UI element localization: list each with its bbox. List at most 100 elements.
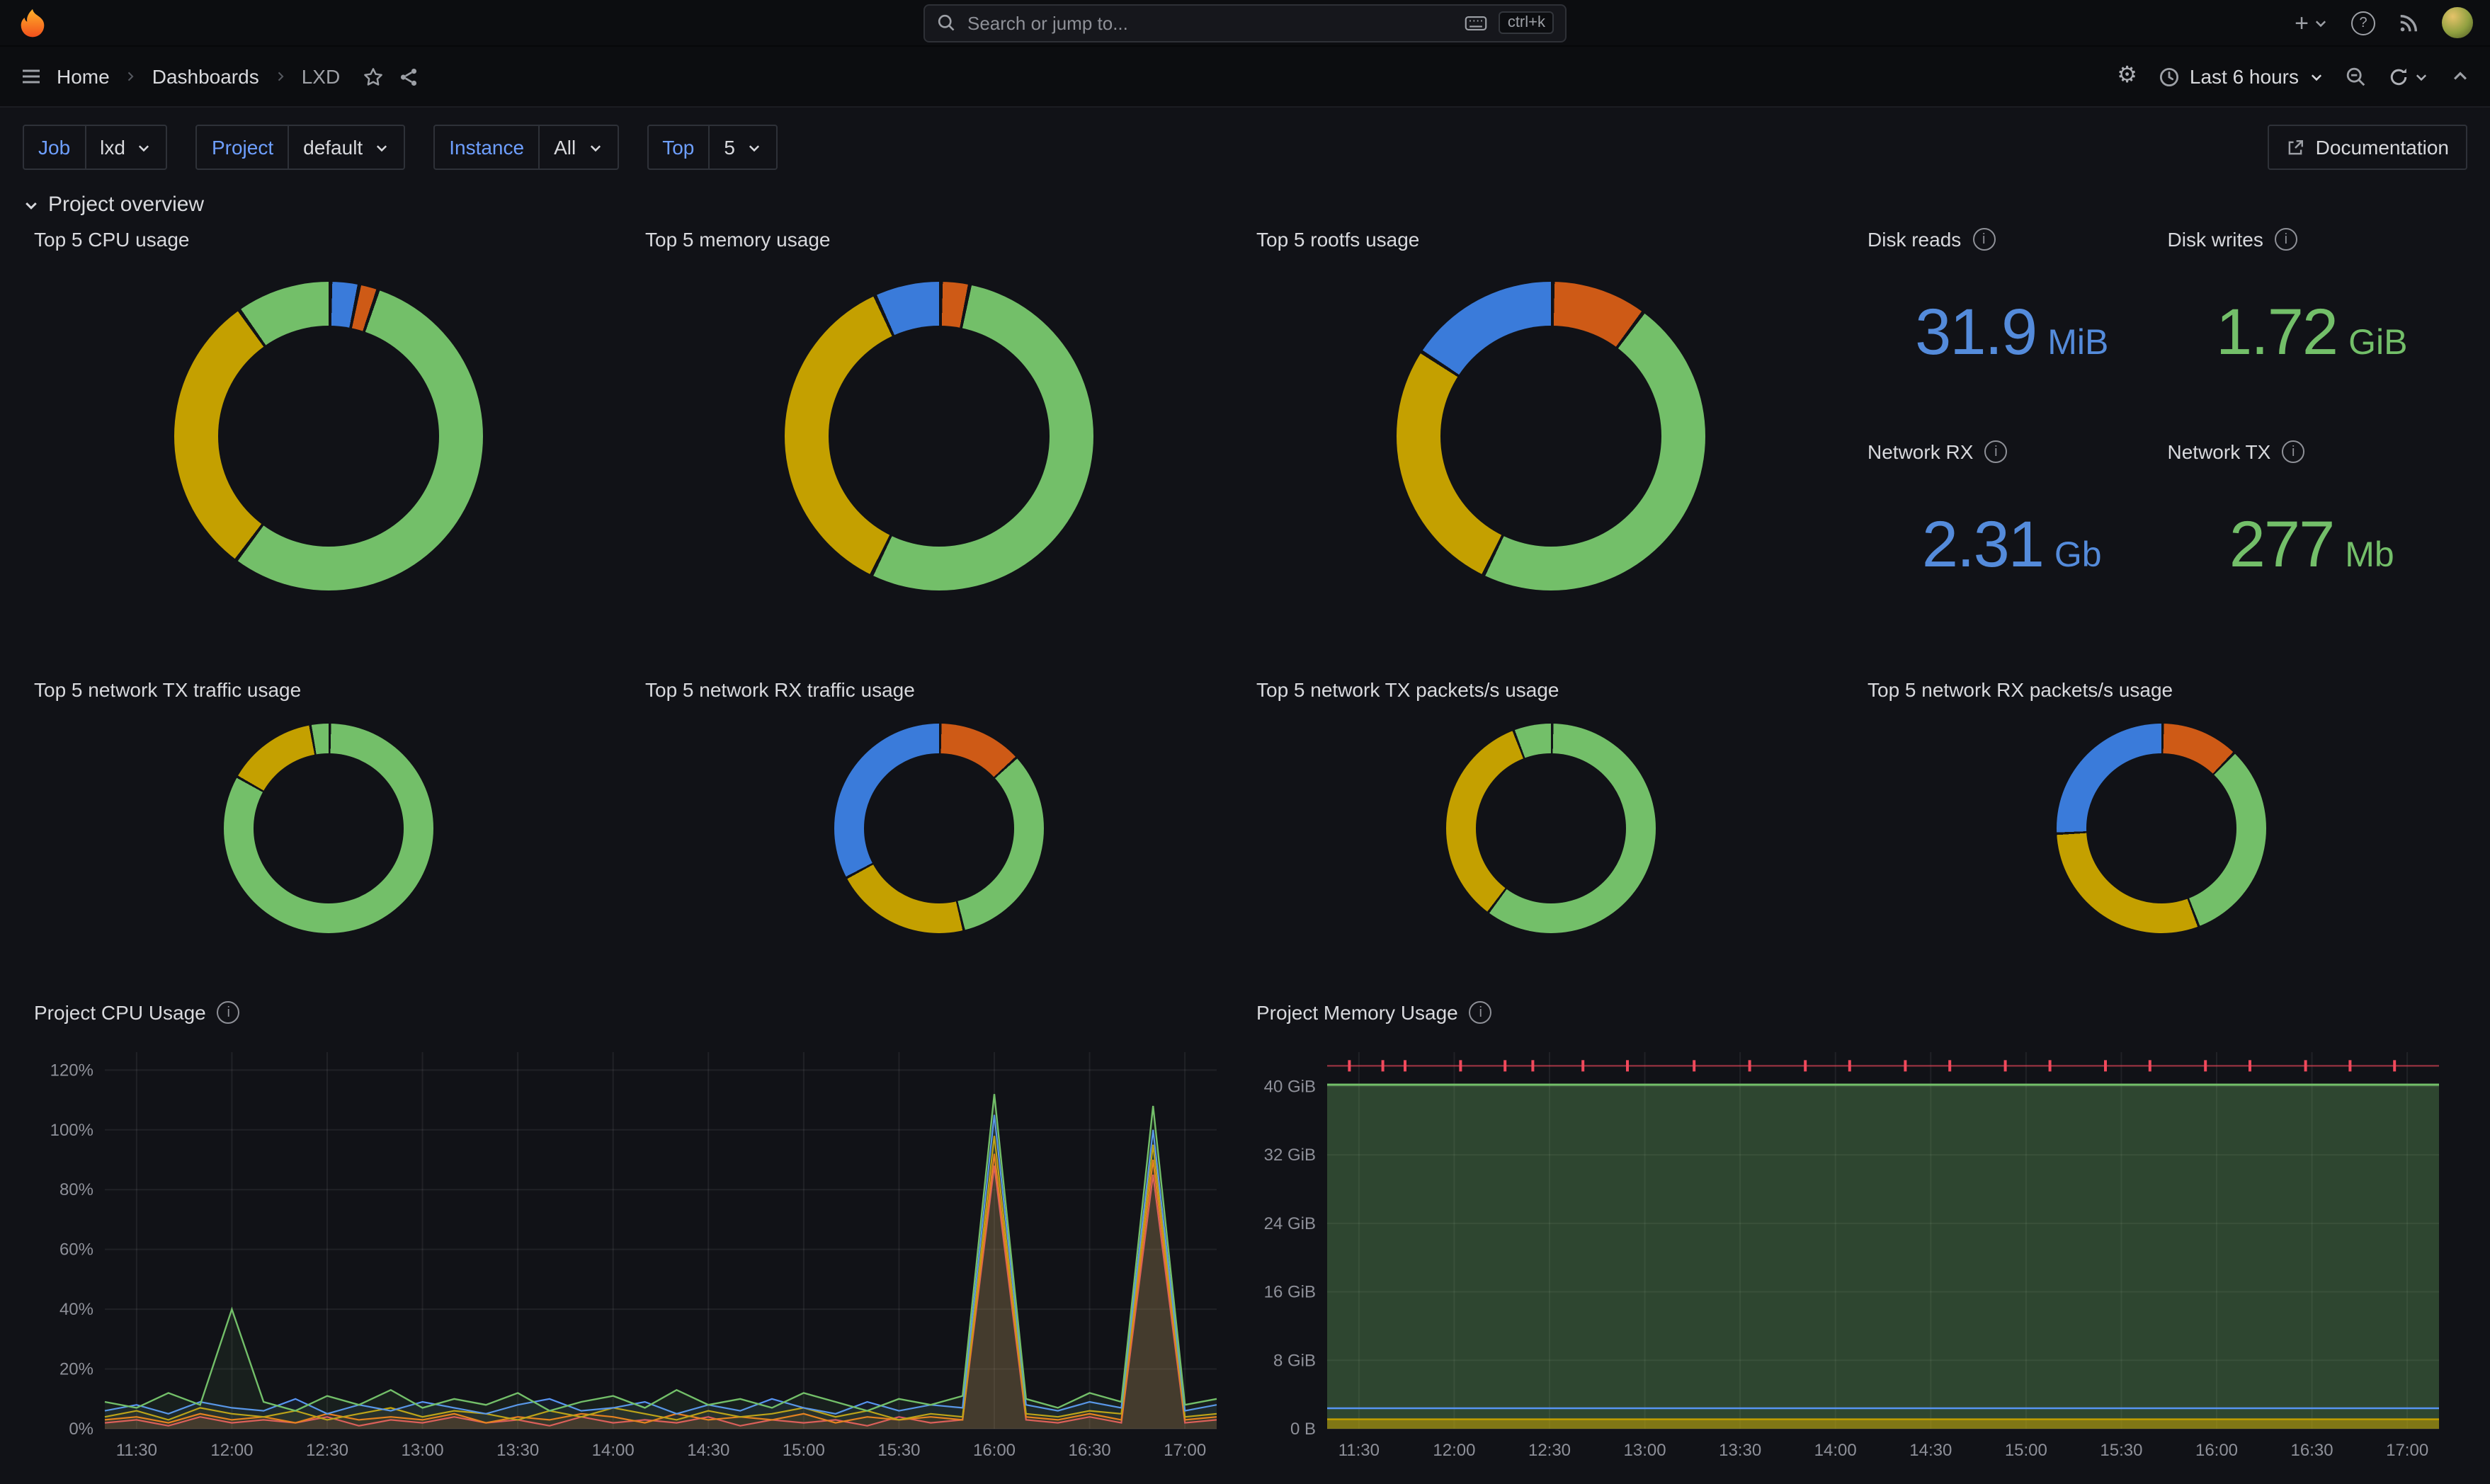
chevron-up-icon — [2450, 67, 2470, 86]
svg-text:13:00: 13:00 — [402, 1441, 444, 1460]
panel-title[interactable]: Top 5 memory usage — [645, 228, 1234, 251]
info-icon[interactable]: i — [217, 1001, 240, 1024]
panel-title[interactable]: Top 5 network TX packets/s usage — [1256, 678, 1845, 701]
variable-selected-value: 5 — [724, 136, 735, 159]
panel-title[interactable]: Top 5 network RX traffic usage — [645, 678, 1234, 701]
search-placeholder: Search or jump to... — [967, 12, 1454, 33]
svg-text:11:30: 11:30 — [1338, 1441, 1380, 1460]
info-icon[interactable]: i — [2275, 228, 2297, 251]
info-icon[interactable]: i — [1984, 440, 2007, 463]
panel-top5-cpu-usage: Top 5 CPU usage — [23, 217, 634, 667]
panel-row-2: Top 5 network TX traffic usage Top 5 net… — [23, 667, 2467, 981]
keyboard-icon — [1465, 15, 1488, 30]
svg-text:12:30: 12:30 — [1528, 1441, 1571, 1460]
variable-label-instance[interactable]: Instance — [433, 125, 540, 170]
variable-value-instance[interactable]: All — [538, 125, 618, 170]
panel-top5-memory-usage: Top 5 memory usage — [634, 217, 1245, 667]
stat-network-rx: Network RXi 2.31Gb — [1868, 440, 2156, 653]
svg-text:120%: 120% — [50, 1061, 93, 1080]
variable-label-job[interactable]: Job — [23, 125, 86, 170]
svg-text:17:00: 17:00 — [1164, 1441, 1206, 1460]
panel-title[interactable]: Top 5 network TX traffic usage — [34, 678, 622, 701]
panel-title[interactable]: Project Memory Usage i — [1256, 1001, 2456, 1024]
svg-text:16:00: 16:00 — [2195, 1441, 2238, 1460]
panel-disk-network-stats: Disk readsi 31.9MiB Disk writesi 1.72GiB… — [1856, 217, 2467, 667]
breadcrumb-home[interactable]: Home — [57, 65, 110, 88]
stat-title[interactable]: Network RX — [1868, 440, 1973, 463]
breadcrumb-current: LXD — [302, 65, 340, 88]
donut-hole — [829, 326, 1050, 546]
chevron-down-icon — [2313, 15, 2329, 30]
svg-text:16 GiB: 16 GiB — [1264, 1283, 1316, 1302]
panel-top5-network-rx-traffic: Top 5 network RX traffic usage — [634, 667, 1245, 981]
collapse-toolbar-button[interactable] — [2450, 67, 2470, 86]
stat-value: 1.72GiB — [2168, 293, 2457, 370]
variable-label-project[interactable]: Project — [196, 125, 289, 170]
menu-toggle-button[interactable] — [20, 65, 42, 88]
external-link-icon — [2286, 138, 2304, 156]
info-icon[interactable]: i — [1972, 228, 1995, 251]
donut-hole — [1476, 753, 1625, 903]
donut-hole — [2087, 753, 2236, 903]
chevron-down-icon — [2414, 69, 2429, 84]
top-navigation-bar: Search or jump to... ctrl+k + ? — [0, 0, 2490, 47]
svg-text:12:00: 12:00 — [1433, 1441, 1475, 1460]
panel-row-3: Project CPU Usage i 0%20%40%60%80%100%12… — [23, 981, 2467, 1466]
variable-label-top[interactable]: Top — [647, 125, 710, 170]
section-project-overview[interactable]: Project overview — [23, 193, 2467, 217]
svg-text:13:30: 13:30 — [496, 1441, 539, 1460]
add-button[interactable]: + — [2295, 11, 2329, 35]
stat-title[interactable]: Network TX — [2168, 440, 2271, 463]
documentation-button[interactable]: Documentation — [2268, 125, 2467, 170]
grafana-logo[interactable] — [17, 7, 48, 38]
panel-title[interactable]: Top 5 network RX packets/s usage — [1868, 678, 2456, 701]
memory-usage-donut-chart — [785, 282, 1094, 590]
stat-title[interactable]: Disk writes — [2168, 228, 2263, 251]
panel-project-memory-usage: Project Memory Usage i 0 B8 GiB16 GiB24 … — [1245, 981, 2467, 1466]
plus-icon: + — [2295, 11, 2309, 35]
documentation-label: Documentation — [2316, 136, 2449, 159]
svg-text:100%: 100% — [50, 1121, 93, 1140]
user-avatar[interactable] — [2442, 7, 2473, 38]
chevron-down-icon — [23, 196, 40, 213]
breadcrumb-dashboards[interactable]: Dashboards — [152, 65, 259, 88]
variable-value-top[interactable]: 5 — [708, 125, 778, 170]
info-icon[interactable]: i — [1469, 1001, 1492, 1024]
panel-title[interactable]: Project CPU Usage i — [34, 1001, 1234, 1024]
favorite-star-button[interactable] — [363, 66, 384, 87]
share-button[interactable] — [398, 66, 419, 87]
stat-title[interactable]: Disk reads — [1868, 228, 1961, 251]
svg-text:20%: 20% — [59, 1360, 93, 1379]
time-range-picker[interactable]: Last 6 hours — [2159, 65, 2324, 88]
svg-text:14:00: 14:00 — [1814, 1441, 1857, 1460]
cpu-usage-donut-chart — [174, 282, 483, 590]
panel-title[interactable]: Top 5 rootfs usage — [1256, 228, 1845, 251]
chevron-right-icon — [124, 68, 138, 85]
svg-text:15:30: 15:30 — [877, 1441, 920, 1460]
zoom-out-button[interactable] — [2346, 66, 2367, 87]
panel-title[interactable]: Top 5 CPU usage — [34, 228, 622, 251]
svg-text:11:30: 11:30 — [116, 1441, 157, 1460]
info-icon[interactable]: i — [2282, 440, 2304, 463]
svg-text:12:30: 12:30 — [306, 1441, 348, 1460]
project-memory-usage-chart[interactable]: 0 B8 GiB16 GiB24 GiB32 GiB40 GiB11:3012:… — [1256, 1038, 2453, 1466]
donut-hole — [1440, 326, 1661, 546]
help-button[interactable]: ? — [2351, 11, 2375, 35]
svg-text:40%: 40% — [59, 1300, 93, 1319]
variable-selected-value: All — [554, 136, 576, 159]
svg-text:40 GiB: 40 GiB — [1264, 1077, 1316, 1096]
donut-hole — [218, 326, 438, 546]
search-input[interactable]: Search or jump to... ctrl+k — [923, 4, 1567, 42]
stat-network-tx: Network TXi 277Mb — [2168, 440, 2457, 653]
panel-top5-network-tx-packets: Top 5 network TX packets/s usage — [1245, 667, 1856, 981]
dashboard-settings-button[interactable]: ⚙ — [2117, 65, 2137, 88]
svg-text:15:00: 15:00 — [2005, 1441, 2047, 1460]
variable-selected-value: lxd — [100, 136, 125, 159]
variable-value-job[interactable]: lxd — [84, 125, 168, 170]
panel-top5-network-rx-packets: Top 5 network RX packets/s usage — [1856, 667, 2467, 981]
variable-value-project[interactable]: default — [288, 125, 405, 170]
news-button[interactable] — [2398, 12, 2419, 33]
refresh-button[interactable] — [2388, 66, 2429, 87]
project-cpu-usage-chart[interactable]: 0%20%40%60%80%100%120%11:3012:0012:3013:… — [34, 1038, 1231, 1466]
refresh-icon — [2388, 66, 2409, 87]
